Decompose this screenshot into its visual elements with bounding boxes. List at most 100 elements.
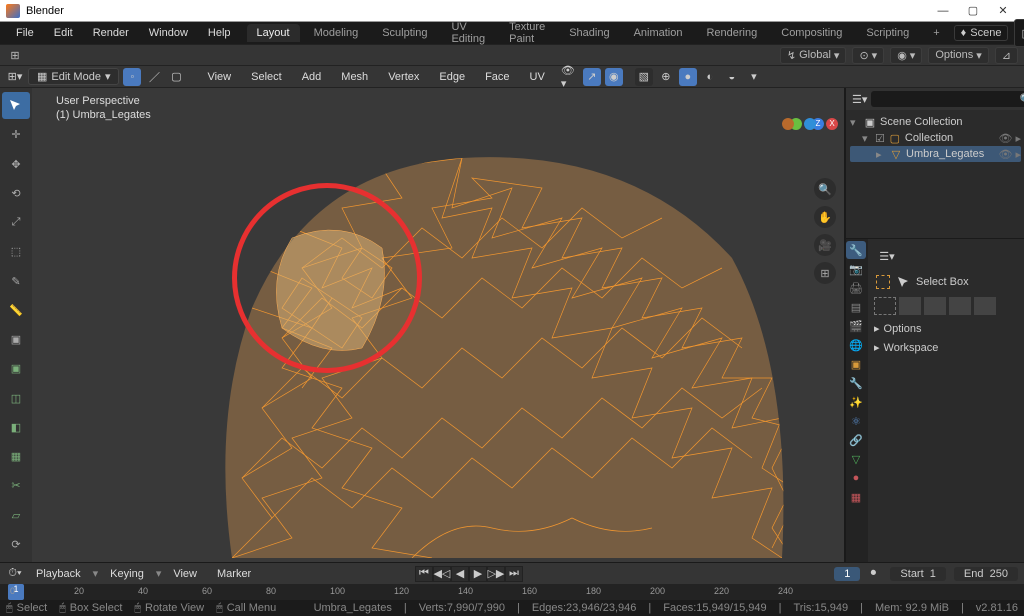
select-face-button[interactable]: ▢ — [167, 68, 185, 86]
ptab-scene[interactable]: 🎬 — [846, 317, 866, 335]
tool-extrude[interactable]: ▣ — [2, 355, 30, 382]
proportional-dropdown[interactable]: ◉▾ — [890, 47, 922, 64]
ptab-mesh[interactable]: ▽ — [846, 450, 866, 468]
tab-sculpting[interactable]: Sculpting — [372, 24, 437, 42]
ptab-modifier[interactable]: 🔧 — [846, 374, 866, 392]
tool-transform[interactable]: ⬚ — [2, 238, 30, 265]
menu-select[interactable]: Select — [243, 69, 290, 85]
tool-polybuild[interactable]: ▱ — [2, 502, 30, 529]
menu-view[interactable]: View — [199, 69, 239, 85]
tab-layout[interactable]: Layout — [247, 24, 300, 42]
tab-compositing[interactable]: Compositing — [771, 24, 852, 42]
ptab-texture[interactable]: ▦ — [846, 488, 866, 506]
tab-texture-paint[interactable]: Texture Paint — [499, 18, 555, 48]
eye-icon[interactable]: 👁 — [999, 132, 1013, 145]
minimize-button[interactable]: — — [928, 5, 958, 17]
overlay-toggle-icon[interactable]: ◉ — [605, 68, 623, 86]
tool-cursor[interactable]: ✛ — [2, 121, 30, 148]
menu-render[interactable]: Render — [85, 25, 137, 41]
mesh-display-mode-icon[interactable]: 👁▾ — [561, 68, 579, 86]
pan-button[interactable]: ✋ — [814, 206, 836, 228]
menu-mesh[interactable]: Mesh — [333, 69, 376, 85]
jump-end-button[interactable]: ⏭ — [505, 566, 523, 582]
shading-lookdev-icon[interactable]: ◐ — [701, 68, 719, 86]
tool-move[interactable]: ✥ — [2, 151, 30, 178]
shading-render-icon[interactable]: ◒ — [723, 68, 741, 86]
sel-mode-subtract-icon[interactable] — [924, 297, 946, 315]
ptab-render[interactable]: 📷 — [846, 260, 866, 278]
xray-toggle-icon[interactable]: ▧ — [635, 68, 653, 86]
viewlayer-selector[interactable]: ▣View Layer — [1014, 19, 1024, 47]
sel-mode-invert-icon[interactable] — [949, 297, 971, 315]
gizmo-toggle-icon[interactable]: ↗ — [583, 68, 601, 86]
select-vertex-button[interactable]: ◦ — [123, 68, 141, 86]
restrict-icon[interactable]: ▸ — [1015, 132, 1021, 145]
tab-shading[interactable]: Shading — [559, 24, 619, 42]
shading-wire-icon[interactable]: ⊕ — [657, 68, 675, 86]
tool-rotate[interactable]: ⟲ — [2, 180, 30, 207]
tool-loopcut[interactable]: ▦ — [2, 443, 30, 470]
restrict-icon[interactable]: ▸ — [1015, 148, 1021, 161]
menu-add[interactable]: Add — [294, 69, 330, 85]
panel-options[interactable]: ▸Options — [874, 319, 1019, 338]
scene-selector[interactable]: ♦Scene — [954, 25, 1009, 41]
tool-annotate[interactable]: ✎ — [2, 268, 30, 295]
tool-scale[interactable]: ⤢ — [2, 209, 30, 236]
outliner-type-icon[interactable]: ☰▾ — [852, 90, 867, 108]
ptab-material[interactable]: ● — [846, 469, 866, 487]
sel-mode-new-icon[interactable] — [874, 297, 896, 315]
keyframe-next-button[interactable]: ▷▶ — [487, 566, 505, 582]
panel-workspace[interactable]: ▸Workspace — [874, 338, 1019, 357]
zoom-button[interactable]: 🔍 — [814, 178, 836, 200]
ptab-constraints[interactable]: 🔗 — [846, 431, 866, 449]
mode-dropdown[interactable]: ▦Edit Mode▾ — [28, 68, 119, 85]
shading-solid-icon[interactable]: ● — [679, 68, 697, 86]
sel-mode-intersect-icon[interactable] — [974, 297, 996, 315]
jump-start-button[interactable]: ⏮ — [415, 566, 433, 582]
play-button[interactable]: ▶ — [469, 566, 487, 582]
options-dropdown[interactable]: Options▾ — [928, 47, 988, 64]
menu-window[interactable]: Window — [141, 25, 196, 41]
keyframe-prev-button[interactable]: ◀◁ — [433, 566, 451, 582]
props-type-icon[interactable]: ☰▾ — [878, 247, 896, 265]
close-button[interactable]: ✕ — [988, 4, 1018, 17]
ptab-object[interactable]: ▣ — [846, 355, 866, 373]
tool-measure[interactable]: 📏 — [2, 297, 30, 324]
3d-viewport[interactable]: User Perspective (1) Umbra_Legates — [32, 88, 844, 562]
tool-add-cube[interactable]: ▣ — [2, 326, 30, 353]
menu-help[interactable]: Help — [200, 25, 239, 41]
timeline-ruler[interactable]: 1 020406080100120140160180200220240 — [0, 584, 1024, 600]
tab-rendering[interactable]: Rendering — [696, 24, 767, 42]
menu-vertex[interactable]: Vertex — [380, 69, 427, 85]
tab-modeling[interactable]: Modeling — [304, 24, 369, 42]
axes-toggle[interactable]: ⊿ — [995, 47, 1018, 64]
ptab-particles[interactable]: ✨ — [846, 393, 866, 411]
shading-options-icon[interactable]: ▾ — [745, 68, 763, 86]
frame-start[interactable]: Start 1 — [890, 567, 945, 581]
ptab-output[interactable]: 🖨 — [846, 279, 866, 297]
sel-mode-extend-icon[interactable] — [899, 297, 921, 315]
tree-collection[interactable]: ▾☑▢Collection 👁▸ — [850, 130, 1021, 146]
tool-bevel[interactable]: ◧ — [2, 414, 30, 441]
frame-current[interactable]: 1 — [834, 567, 860, 581]
timeline-marker[interactable]: Marker — [209, 566, 259, 582]
timeline-view[interactable]: View — [165, 566, 205, 582]
outliner-search[interactable] — [871, 91, 1024, 107]
tab-animation[interactable]: Animation — [624, 24, 693, 42]
menu-face[interactable]: Face — [477, 69, 517, 85]
camera-button[interactable]: 🎥 — [814, 234, 836, 256]
menu-uv[interactable]: UV — [522, 69, 553, 85]
orientation-dropdown[interactable]: ↯Global▾ — [780, 47, 847, 64]
perspective-button[interactable]: ⊞ — [814, 262, 836, 284]
tree-scene-collection[interactable]: ▾▣Scene Collection — [850, 114, 1021, 130]
navigation-gizmo[interactable]: Z X — [782, 118, 834, 170]
play-reverse-button[interactable]: ◀ — [451, 566, 469, 582]
editor-type-icon[interactable]: ⊞ — [6, 46, 24, 64]
tool-knife[interactable]: ✂ — [2, 472, 30, 499]
snap-dropdown[interactable]: ⊙▾ — [852, 47, 884, 64]
timeline-type-icon[interactable]: ⏱▾ — [6, 565, 24, 583]
menu-edit[interactable]: Edit — [46, 25, 81, 41]
tool-spin[interactable]: ⟳ — [2, 531, 30, 558]
autokey-button[interactable]: ⏺ — [864, 565, 882, 583]
maximize-button[interactable]: ▢ — [958, 4, 988, 17]
